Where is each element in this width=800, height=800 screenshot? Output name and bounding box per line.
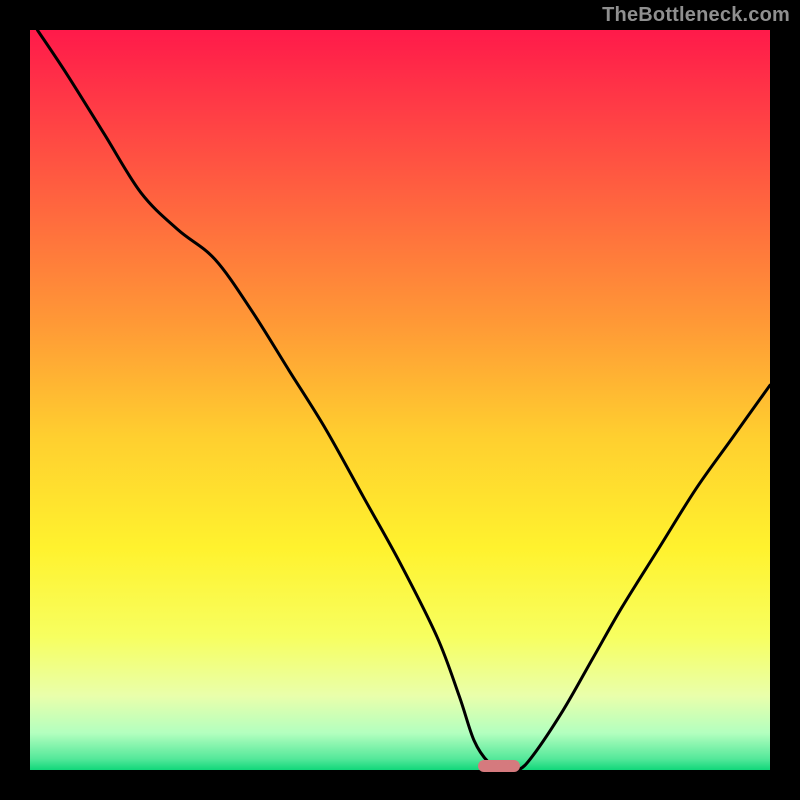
plot-area: [30, 30, 770, 770]
gradient-background: [30, 30, 770, 770]
optimal-range-marker: [478, 760, 520, 772]
attribution-text: TheBottleneck.com: [602, 4, 790, 27]
chart-frame: TheBottleneck.com: [0, 0, 800, 800]
